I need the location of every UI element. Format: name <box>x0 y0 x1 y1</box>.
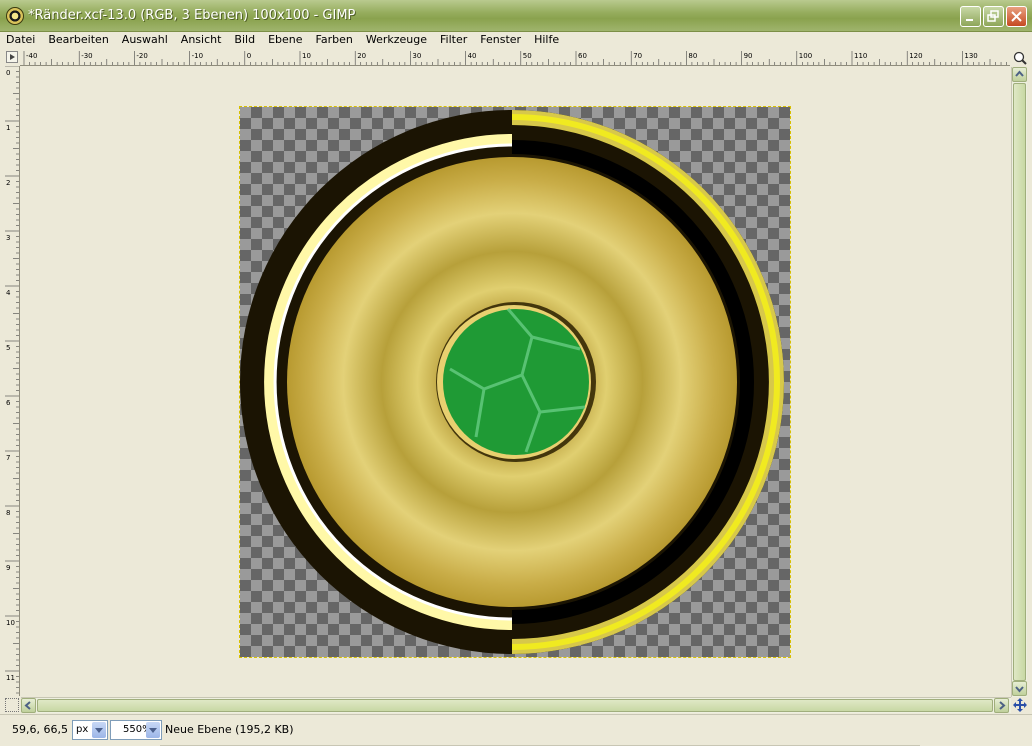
ruler-label: 5 <box>6 344 10 352</box>
vertical-scroll-thumb[interactable] <box>1013 83 1026 681</box>
vertical-ruler[interactable]: 0 1 2 3 4 5 6 7 8 9 10 11 <box>4 66 20 696</box>
gimp-image-window: *Ränder.xcf-13.0 (RGB, 3 Ebenen) 100x100… <box>0 0 1032 746</box>
scroll-left-button[interactable] <box>21 698 36 713</box>
menu-fenster[interactable]: Fenster <box>480 32 521 48</box>
menu-farben[interactable]: Farben <box>316 32 353 48</box>
layer-info: Neue Ebene (195,2 KB) <box>165 723 294 736</box>
unit-selector[interactable]: px <box>72 720 108 740</box>
ruler-label: 20 <box>357 52 366 60</box>
ruler-label: 70 <box>633 52 642 60</box>
image-layer[interactable] <box>239 106 791 658</box>
ruler-label: 2 <box>6 179 10 187</box>
image-canvas[interactable] <box>21 67 1011 697</box>
scroll-up-button[interactable] <box>1012 67 1027 82</box>
ruler-label: -20 <box>136 52 147 60</box>
chevron-down-icon <box>146 722 160 738</box>
quick-mask-icon[interactable] <box>5 698 19 712</box>
ruler-label: 10 <box>302 52 311 60</box>
ruler-label: 50 <box>523 52 532 60</box>
ruler-label: 130 <box>964 52 977 60</box>
zoom-selector[interactable]: 550% <box>110 720 162 740</box>
zoom-icon[interactable] <box>1012 50 1028 66</box>
vertical-scrollbar[interactable] <box>1011 67 1027 697</box>
menu-bar: Datei Bearbeiten Auswahl Ansicht Bild Ebene Fa… <box>0 32 1032 48</box>
menu-auswahl[interactable]: Auswahl <box>122 32 168 48</box>
ruler-label: 60 <box>578 52 587 60</box>
title-bar[interactable]: *Ränder.xcf-13.0 (RGB, 3 Ebenen) 100x100… <box>0 0 1032 32</box>
window-title: *Ränder.xcf-13.0 (RGB, 3 Ebenen) 100x100… <box>28 8 356 23</box>
ruler-label: -40 <box>26 52 37 60</box>
ruler-label: 80 <box>688 52 697 60</box>
horizontal-scrollbar[interactable] <box>21 697 1011 713</box>
ruler-label: -10 <box>192 52 203 60</box>
ruler-label: 4 <box>6 289 11 297</box>
menu-werkzeuge[interactable]: Werkzeuge <box>366 32 427 48</box>
ruler-label: 7 <box>6 454 10 462</box>
ruler-label: 3 <box>6 234 10 242</box>
ruler-label: 9 <box>6 564 10 572</box>
pointer-coordinates: 59,6, 66,5 <box>12 723 68 736</box>
status-bar: 59,6, 66,5 px 550% Neue Ebene (195,2 KB) <box>0 714 1032 746</box>
ruler-label: 0 <box>247 52 251 60</box>
menu-datei[interactable]: Datei <box>6 32 35 48</box>
menu-bild[interactable]: Bild <box>234 32 255 48</box>
horizontal-ruler[interactable]: -40 -30 -20 -10 0 10 20 30 40 50 60 70 80 90 100 110 120… <box>20 50 1010 66</box>
menu-hilfe[interactable]: Hilfe <box>534 32 559 48</box>
scroll-down-button[interactable] <box>1012 681 1027 696</box>
ruler-label: 110 <box>854 52 867 60</box>
menu-ebene[interactable]: Ebene <box>268 32 302 48</box>
ruler-label: 10 <box>6 619 15 627</box>
ruler-label: 100 <box>799 52 812 60</box>
chevron-down-icon <box>92 722 106 738</box>
scroll-right-button[interactable] <box>994 698 1009 713</box>
restore-button[interactable] <box>983 6 1004 27</box>
menu-bearbeiten[interactable]: Bearbeiten <box>48 32 108 48</box>
unit-value: px <box>76 724 89 735</box>
ruler-label: 8 <box>6 509 10 517</box>
horizontal-scroll-thumb[interactable] <box>37 699 993 712</box>
close-button[interactable] <box>1006 6 1027 27</box>
ruler-label: 40 <box>468 52 477 60</box>
ruler-label: 0 <box>6 69 10 77</box>
menu-arrow-button[interactable] <box>6 51 18 63</box>
ruler-label: 120 <box>909 52 922 60</box>
ruler-label: 30 <box>412 52 421 60</box>
ruler-label: -30 <box>81 52 92 60</box>
ruler-label: 11 <box>6 674 15 682</box>
menu-filter[interactable]: Filter <box>440 32 467 48</box>
ruler-label: 90 <box>744 52 753 60</box>
ruler-label: 1 <box>6 124 10 132</box>
menu-ansicht[interactable]: Ansicht <box>181 32 222 48</box>
minimize-button[interactable] <box>960 6 981 27</box>
gimp-icon <box>6 7 24 25</box>
navigate-icon[interactable] <box>1012 697 1028 713</box>
ruler-label: 6 <box>6 399 11 407</box>
